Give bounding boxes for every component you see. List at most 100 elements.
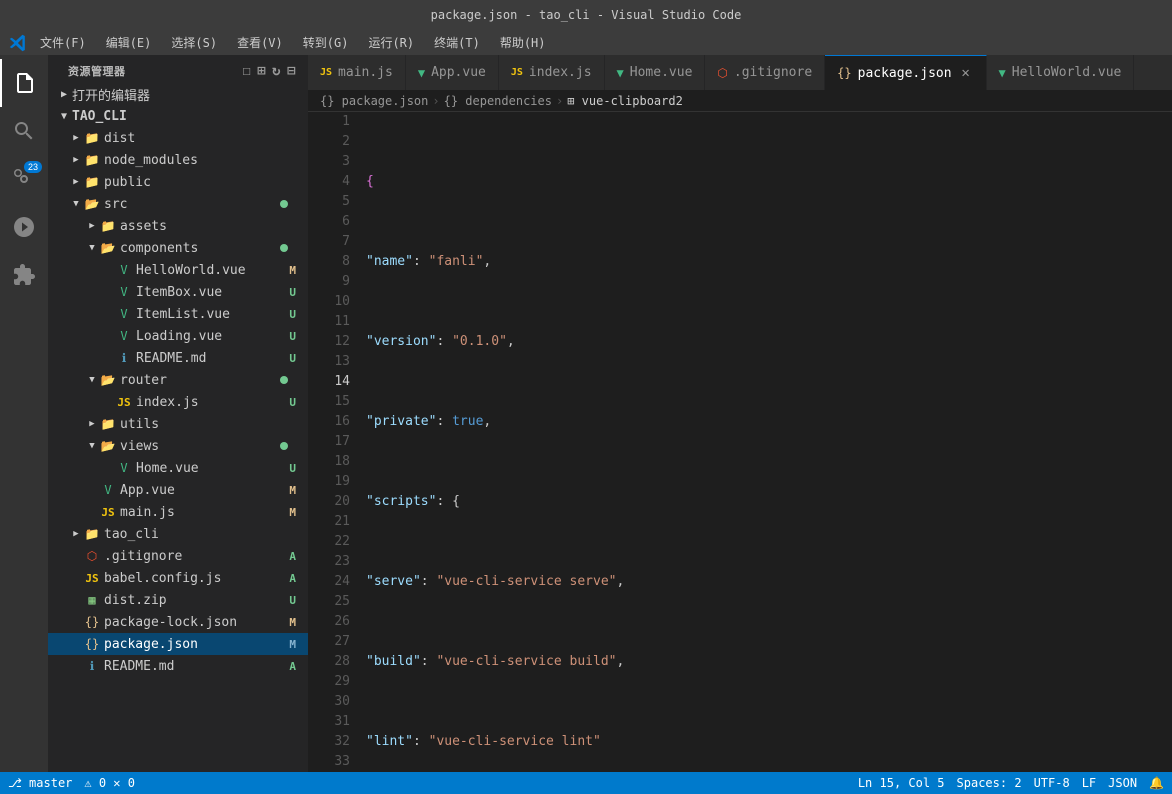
ln-18: 18	[316, 452, 350, 472]
tab-packagejson[interactable]: {} package.json ✕	[825, 55, 986, 90]
tabs-bar: JS main.js ▼ App.vue JS index.js ▼ Home.…	[308, 55, 1172, 90]
sidebar-item-packagelock[interactable]: {} package-lock.json M	[48, 611, 308, 633]
dist-folder-icon: 📁	[84, 130, 100, 146]
sidebar-item-packagejson[interactable]: {} package.json M	[48, 633, 308, 655]
sidebar-item-distzip[interactable]: ▦ dist.zip U	[48, 589, 308, 611]
components-dot	[280, 244, 288, 252]
extensions-icon[interactable]	[0, 251, 48, 299]
sidebar-header: 资源管理器 ☐ ⊞ ↻ ⊟	[48, 55, 308, 83]
git-icon[interactable]: 23	[0, 155, 48, 203]
sidebar-item-helloworld[interactable]: V HelloWorld.vue M	[48, 259, 308, 281]
breadcrumb-packagejson[interactable]: {} package.json	[320, 94, 428, 108]
new-folder-icon[interactable]: ⊞	[257, 63, 266, 79]
ln-26: 26	[316, 612, 350, 632]
project-root[interactable]: ▼ TAO_CLI	[48, 105, 308, 127]
sidebar-item-loading[interactable]: V Loading.vue U	[48, 325, 308, 347]
sidebar-item-utils[interactable]: ▶ 📁 utils	[48, 413, 308, 435]
sidebar-item-readme2[interactable]: ℹ README.md A	[48, 655, 308, 677]
status-eol[interactable]: LF	[1082, 776, 1096, 790]
av-label: App.vue	[120, 483, 283, 498]
breadcrumb-dependencies[interactable]: {} dependencies	[444, 94, 552, 108]
ln-12: 12	[316, 332, 350, 352]
open-editors-label: 打开的编辑器	[72, 85, 296, 104]
code-line-8: "lint": "vue-cli-service lint"	[366, 732, 1164, 752]
breadcrumb-vueclipboard2[interactable]: ⊞ vue-clipboard2	[567, 94, 683, 108]
menu-view[interactable]: 查看(V)	[229, 32, 291, 53]
sidebar-item-src[interactable]: ▼ 📂 src	[48, 193, 308, 215]
status-bell[interactable]: 🔔	[1149, 776, 1164, 790]
tab-helloworldvue-icon: ▼	[999, 66, 1006, 80]
tab-indexjs-label: index.js	[529, 65, 592, 80]
menu-run[interactable]: 运行(R)	[360, 32, 422, 53]
new-file-icon[interactable]: ☐	[242, 63, 251, 79]
ln-10: 10	[316, 292, 350, 312]
tab-mainjs[interactable]: JS main.js	[308, 55, 406, 90]
ln-32: 32	[316, 732, 350, 752]
refresh-icon[interactable]: ↻	[272, 63, 281, 79]
hw-badge: M	[289, 264, 296, 277]
gi-label: .gitignore	[104, 549, 283, 564]
debug-icon[interactable]	[0, 203, 48, 251]
tab-indexjs[interactable]: JS index.js	[499, 55, 605, 90]
menu-help[interactable]: 帮助(H)	[492, 32, 554, 53]
tab-appvue-icon: ▼	[418, 66, 425, 80]
code-editor[interactable]: 1 2 3 4 5 6 7 8 9 10 11 12 13 14 15 16 1…	[308, 112, 1172, 772]
pj-label: package.json	[104, 637, 283, 652]
menu-goto[interactable]: 转到(G)	[295, 32, 357, 53]
sidebar-item-readme1[interactable]: ℹ README.md U	[48, 347, 308, 369]
tab-helloworldvue[interactable]: ▼ HelloWorld.vue	[987, 55, 1135, 90]
status-errors[interactable]: ⚠ 0 ✕ 0	[84, 776, 135, 790]
breadcrumb: {} package.json › {} dependencies › ⊞ vu…	[308, 90, 1172, 112]
sidebar-item-public[interactable]: ▶ 📁 public	[48, 171, 308, 193]
ln-14: 14	[316, 372, 350, 392]
av-icon: V	[100, 482, 116, 498]
sidebar-item-itembox[interactable]: V ItemBox.vue U	[48, 281, 308, 303]
open-editors-header[interactable]: ▶ 打开的编辑器	[48, 83, 308, 105]
sidebar-title: 资源管理器	[68, 63, 126, 79]
sidebar-item-dist[interactable]: ▶ 📁 dist	[48, 127, 308, 149]
sidebar-item-views[interactable]: ▼ 📂 views	[48, 435, 308, 457]
node-modules-label: node_modules	[104, 153, 296, 168]
sidebar: 资源管理器 ☐ ⊞ ↻ ⊟ ▶ 打开的编辑器 ▼ TAO_CLI ▶ 📁 dis…	[48, 55, 308, 772]
explorer-icon[interactable]	[0, 59, 48, 107]
menu-terminal[interactable]: 终端(T)	[426, 32, 488, 53]
components-label: components	[120, 241, 280, 256]
menu-select[interactable]: 选择(S)	[163, 32, 225, 53]
rm1-arrow	[100, 350, 116, 366]
sidebar-item-gitignore[interactable]: ⬡ .gitignore A	[48, 545, 308, 567]
tab-packagejson-close[interactable]: ✕	[958, 65, 974, 81]
sidebar-item-node-modules[interactable]: ▶ 📁 node_modules	[48, 149, 308, 171]
status-spaces[interactable]: Spaces: 2	[957, 776, 1022, 790]
tab-appvue[interactable]: ▼ App.vue	[406, 55, 499, 90]
tab-gitignore[interactable]: ⬡ .gitignore	[705, 55, 825, 90]
status-branch[interactable]: ⎇ master	[8, 776, 72, 790]
status-language[interactable]: JSON	[1108, 776, 1137, 790]
hv-arrow	[100, 460, 116, 476]
tab-homevue[interactable]: ▼ Home.vue	[605, 55, 706, 90]
open-editors-arrow: ▶	[56, 86, 72, 102]
status-encoding[interactable]: UTF-8	[1034, 776, 1070, 790]
rm2-arrow	[68, 658, 84, 674]
ln-9: 9	[316, 272, 350, 292]
search-icon[interactable]	[0, 107, 48, 155]
status-position[interactable]: Ln 15, Col 5	[858, 776, 945, 790]
views-arrow: ▼	[84, 438, 100, 454]
sidebar-item-components[interactable]: ▼ 📂 components	[48, 237, 308, 259]
sidebar-item-assets[interactable]: ▶ 📁 assets	[48, 215, 308, 237]
ln-5: 5	[316, 192, 350, 212]
sidebar-item-appvue[interactable]: V App.vue M	[48, 479, 308, 501]
sidebar-item-mainjs[interactable]: JS main.js M	[48, 501, 308, 523]
ln-19: 19	[316, 472, 350, 492]
sidebar-item-homevue[interactable]: V Home.vue U	[48, 457, 308, 479]
menu-file[interactable]: 文件(F)	[32, 32, 94, 53]
sidebar-item-router[interactable]: ▼ 📂 router	[48, 369, 308, 391]
collapse-icon[interactable]: ⊟	[287, 63, 296, 79]
ln-23: 23	[316, 552, 350, 572]
sidebar-item-itemlist[interactable]: V ItemList.vue U	[48, 303, 308, 325]
src-dot	[280, 200, 288, 208]
sidebar-item-babel[interactable]: JS babel.config.js A	[48, 567, 308, 589]
sidebar-item-router-index[interactable]: JS index.js U	[48, 391, 308, 413]
sidebar-item-taocli[interactable]: ▶ 📁 tao_cli	[48, 523, 308, 545]
menu-edit[interactable]: 编辑(E)	[98, 32, 160, 53]
bc-icon: JS	[84, 570, 100, 586]
